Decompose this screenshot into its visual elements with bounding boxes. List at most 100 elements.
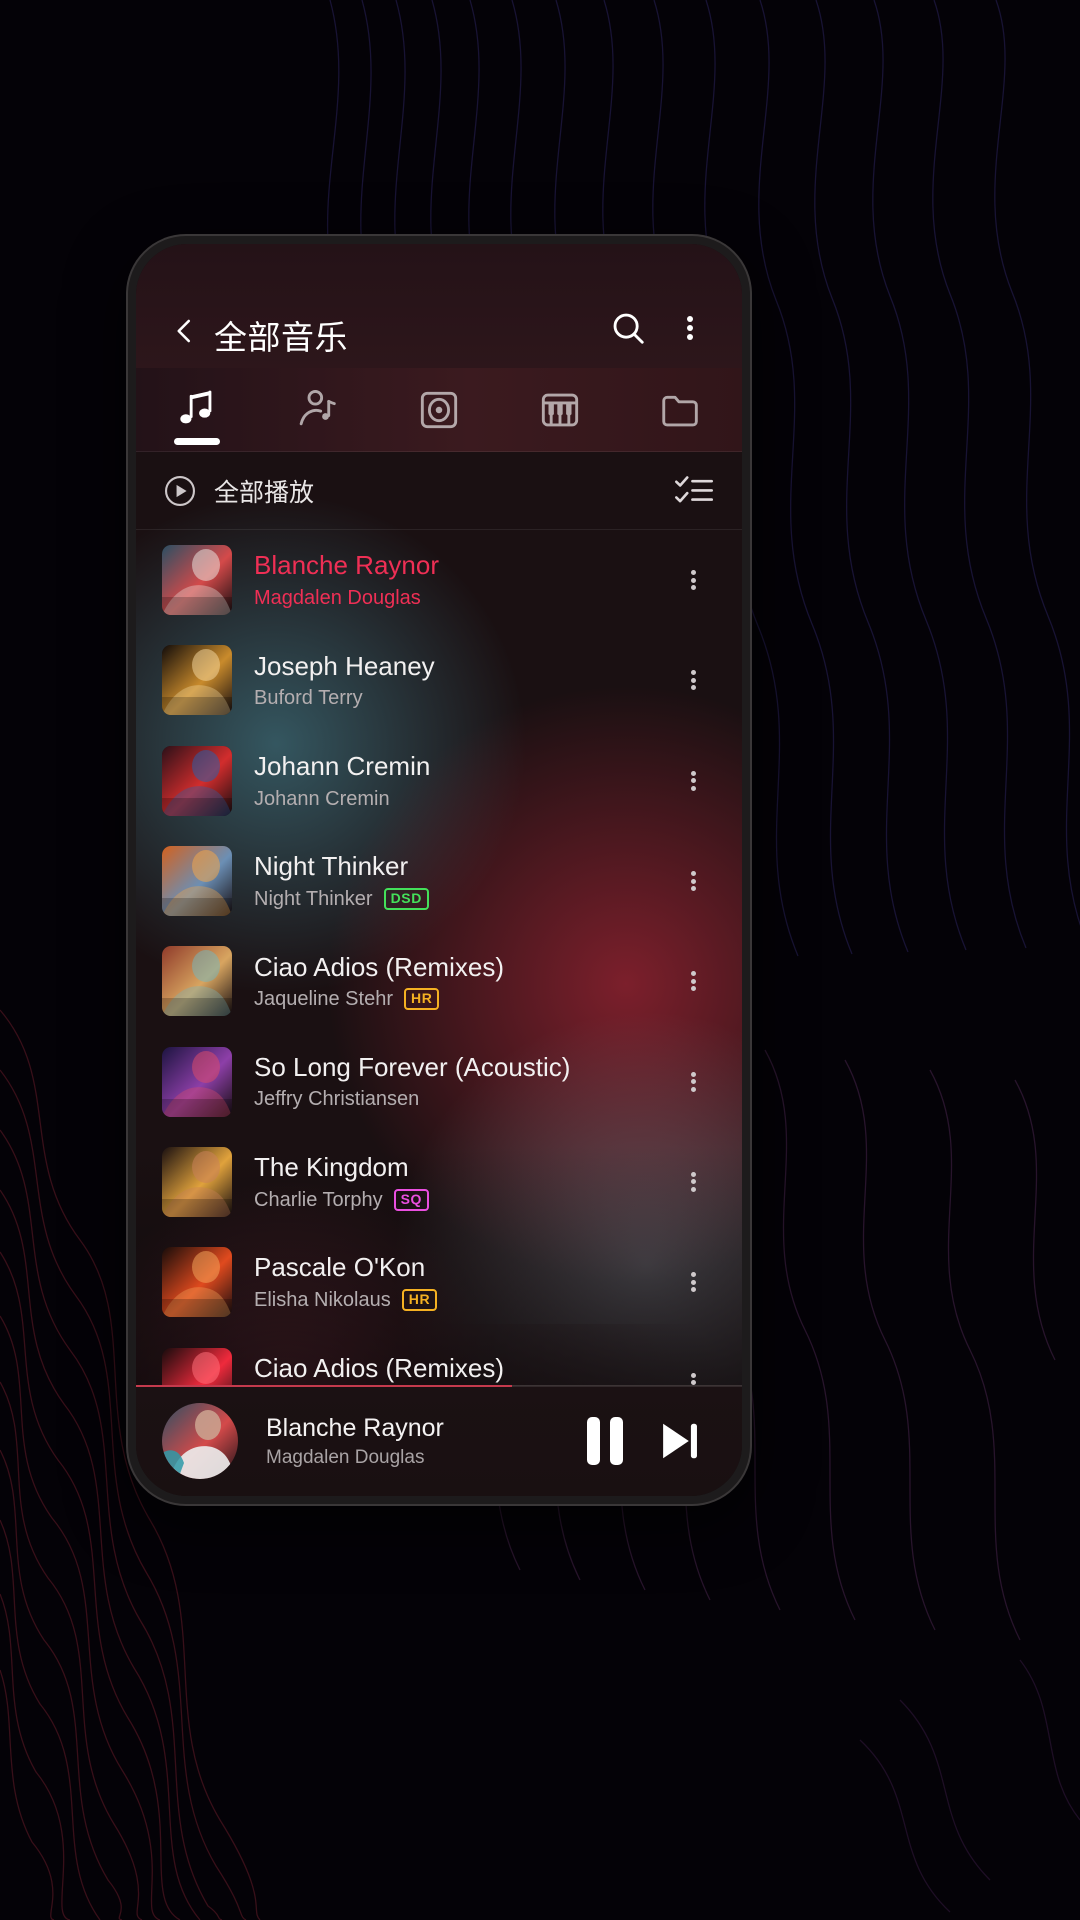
artwork-image — [162, 1403, 238, 1479]
song-row[interactable]: So Long Forever (Acoustic) Jeffry Christi… — [136, 1031, 742, 1131]
song-artist: Night Thinker — [254, 887, 373, 910]
category-tab-bar — [136, 368, 742, 452]
song-subtitle-row: Night Thinker DSD — [254, 887, 666, 911]
artwork-image — [162, 545, 232, 616]
song-row[interactable]: Pascale O'Kon Elisha Nikolaus HR — [136, 1232, 742, 1332]
song-title: The Kingdom — [254, 1152, 409, 1183]
song-title: Ciao Adios (Remixes) — [254, 1352, 504, 1383]
song-subtitle-row: Magdalen Douglas — [254, 586, 666, 610]
artwork-image — [162, 645, 232, 716]
song-overflow-button[interactable] — [666, 744, 720, 818]
page-title: 全部音乐 — [214, 319, 348, 356]
mini-player-artist: Magdalen Douglas — [266, 1446, 425, 1468]
phone-screen: 全部音乐 全部播放 Blanche Raynor Magdalen Dougla… — [136, 244, 742, 1496]
tab-artists[interactable] — [257, 368, 378, 451]
song-title: Ciao Adios (Remixes) — [254, 951, 504, 982]
multiselect-button[interactable] — [674, 473, 714, 509]
song-text: Johann Cremin Johann Cremin — [254, 751, 666, 811]
next-button[interactable] — [642, 1404, 716, 1478]
song-text: Night Thinker Night Thinker DSD — [254, 851, 666, 911]
music-note-icon — [179, 390, 211, 423]
play-all-row[interactable]: 全部播放 — [136, 452, 742, 530]
artist-icon — [299, 389, 336, 425]
song-overflow-button[interactable] — [666, 1045, 720, 1119]
song-artwork — [162, 1247, 232, 1318]
song-title: Johann Cremin — [254, 750, 431, 781]
song-row[interactable]: Johann Cremin Johann Cremin — [136, 731, 742, 831]
skip-next-icon — [663, 1423, 697, 1459]
song-artist: Jeffry Christiansen — [254, 1088, 420, 1111]
song-overflow-button[interactable] — [666, 944, 720, 1018]
overflow-menu-button[interactable] — [664, 302, 716, 354]
mini-player-text: Blanche Raynor Magdalen Douglas — [266, 1413, 568, 1470]
more-vertical-icon — [690, 1169, 696, 1194]
chevron-left-icon — [177, 319, 191, 343]
song-text: Blanche Raynor Magdalen Douglas — [254, 550, 666, 610]
song-artist: Elisha Nikolaus — [254, 1289, 391, 1312]
song-subtitle-row: Buford Terry — [254, 686, 666, 710]
song-row[interactable]: Blanche Raynor Magdalen Douglas — [136, 530, 742, 630]
mini-player-title: Blanche Raynor — [266, 1413, 444, 1442]
tab-songs[interactable] — [136, 368, 257, 451]
song-artwork — [162, 846, 232, 917]
song-text: Pascale O'Kon Elisha Nikolaus HR — [254, 1252, 666, 1312]
song-subtitle-row: Johann Cremin — [254, 787, 666, 811]
mini-player: Blanche Raynor Magdalen Douglas — [136, 1385, 742, 1496]
song-overflow-button[interactable] — [666, 1245, 720, 1319]
song-artist: Charlie Torphy — [254, 1188, 383, 1211]
phone-frame: 全部音乐 全部播放 Blanche Raynor Magdalen Dougla… — [128, 236, 750, 1504]
search-button[interactable] — [602, 302, 654, 354]
song-artwork — [162, 1146, 232, 1217]
song-row[interactable]: The Kingdom Charlie Torphy SQ — [136, 1132, 742, 1232]
artwork-image — [162, 745, 232, 816]
mini-player-artwork[interactable] — [162, 1403, 238, 1479]
more-vertical-icon — [690, 668, 696, 693]
quality-badge: HR — [401, 1289, 438, 1311]
more-vertical-icon — [690, 969, 696, 994]
song-subtitle-row: Charlie Torphy SQ — [254, 1188, 666, 1212]
song-row[interactable]: Ciao Adios (Remixes) Jaqueline Stehr HR — [136, 931, 742, 1031]
song-subtitle-row: Jaqueline Stehr HR — [254, 987, 666, 1011]
song-artist: Johann Cremin — [254, 787, 390, 810]
song-artwork — [162, 946, 232, 1017]
song-row[interactable]: Joseph Heaney Buford Terry — [136, 630, 742, 730]
song-overflow-button[interactable] — [666, 643, 720, 717]
playback-progress-fill — [136, 1385, 512, 1387]
song-row[interactable]: Night Thinker Night Thinker DSD — [136, 831, 742, 931]
active-tab-indicator — [173, 438, 220, 445]
back-button[interactable] — [162, 308, 208, 354]
more-vertical-icon — [690, 1069, 696, 1094]
song-list[interactable]: Blanche Raynor Magdalen Douglas Joseph Hea… — [136, 530, 742, 1433]
tab-genres[interactable] — [500, 368, 621, 451]
pause-button[interactable] — [568, 1404, 642, 1478]
song-text: So Long Forever (Acoustic) Jeffry Christi… — [254, 1052, 666, 1112]
song-subtitle-row: Jeffry Christiansen — [254, 1087, 666, 1111]
pause-icon — [587, 1417, 623, 1465]
song-artwork — [162, 545, 232, 616]
song-artist: Jaqueline Stehr — [254, 988, 393, 1011]
song-artwork — [162, 645, 232, 716]
more-vertical-icon — [690, 768, 696, 793]
piano-keys-icon — [542, 393, 579, 426]
more-vertical-icon — [690, 869, 696, 894]
more-vertical-icon — [690, 568, 696, 593]
artwork-image — [162, 946, 232, 1017]
more-vertical-icon — [687, 313, 693, 343]
song-overflow-button[interactable] — [666, 1145, 720, 1219]
song-text: The Kingdom Charlie Torphy SQ — [254, 1152, 666, 1212]
song-artist: Magdalen Douglas — [254, 586, 421, 609]
quality-badge: HR — [403, 988, 440, 1011]
playback-progress-track[interactable] — [136, 1385, 742, 1387]
more-vertical-icon — [690, 1270, 696, 1295]
song-text: Joseph Heaney Buford Terry — [254, 651, 666, 711]
tab-folders[interactable] — [621, 368, 742, 451]
song-overflow-button[interactable] — [666, 844, 720, 918]
album-disc-icon — [420, 391, 458, 428]
app-bar: 全部音乐 — [136, 244, 742, 368]
song-artwork — [162, 1046, 232, 1117]
tab-albums[interactable] — [378, 368, 499, 451]
search-icon — [613, 313, 644, 344]
play-circle-icon — [164, 475, 196, 506]
song-overflow-button[interactable] — [666, 543, 720, 617]
song-title: Night Thinker — [254, 851, 409, 882]
